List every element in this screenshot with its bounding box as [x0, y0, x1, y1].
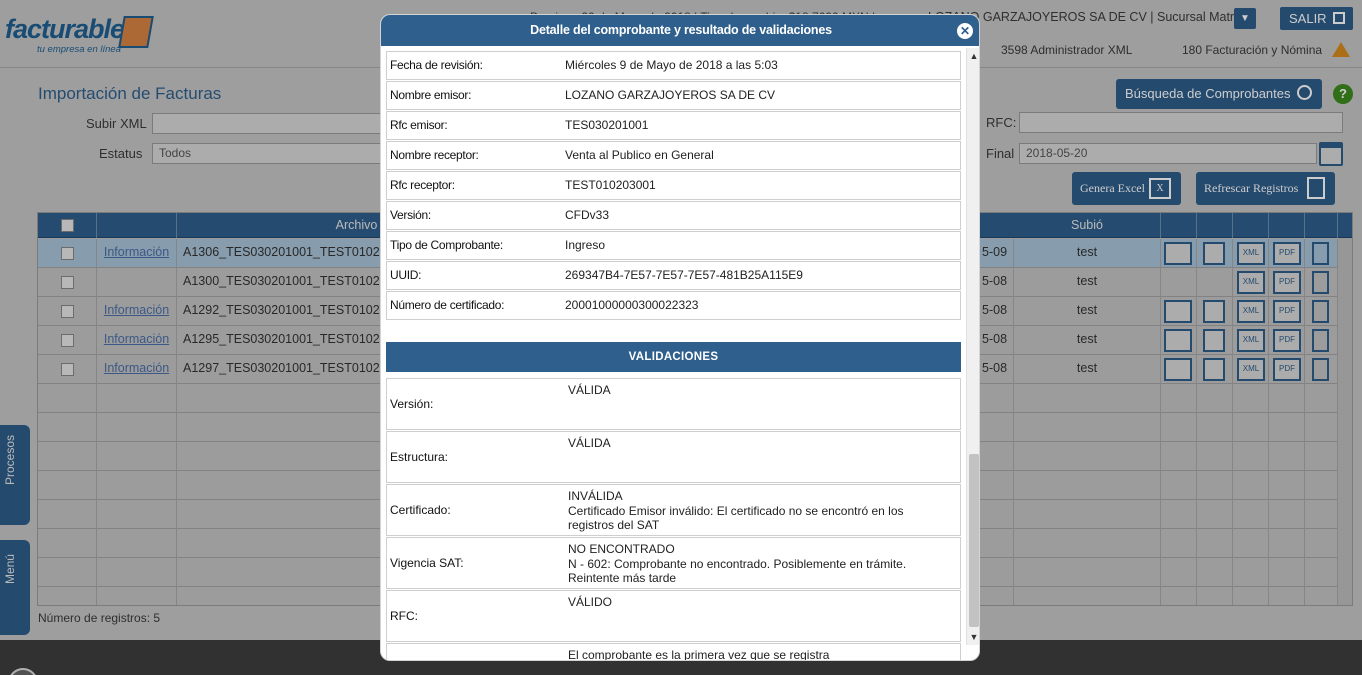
detail-row: UUID: 269347B4-7E57-7E57-7E57-481B25A115E… — [386, 261, 961, 290]
detail-modal: Detalle del comprobante y resultado de v… — [380, 14, 980, 661]
detail-label: Nombre emisor: — [390, 88, 472, 102]
detail-label: Versión: — [390, 208, 431, 222]
detail-value: 20001000000300022323 — [565, 298, 699, 312]
detail-value: TEST010203001 — [565, 178, 656, 192]
validation-label: Certificado: — [390, 503, 451, 517]
modal-body: Fecha de revisión: Miércoles 9 de Mayo de… — [386, 51, 961, 661]
detail-value: Ingreso — [565, 238, 606, 252]
detail-row: Nombre receptor: Venta al Publico en Gene… — [386, 141, 961, 170]
detail-row: Nombre emisor: LOZANO GARZAJOYEROS SA DE … — [386, 81, 961, 110]
validation-value: VÁLIDA — [568, 436, 611, 450]
validation-label: RFC: — [390, 609, 418, 623]
validation-row: Estructura: VÁLIDA — [386, 431, 961, 483]
scroll-up-icon[interactable]: ▲ — [967, 48, 979, 64]
validation-value: VÁLIDA — [568, 383, 611, 397]
detail-row: Tipo de Comprobante: Ingreso — [386, 231, 961, 260]
detail-row: Versión: CFDv33 — [386, 201, 961, 230]
detail-label: Rfc emisor: — [390, 118, 448, 132]
detail-label: Tipo de Comprobante: — [390, 238, 503, 252]
detail-label: UUID: — [390, 268, 422, 282]
detail-value: Venta al Publico en General — [565, 148, 714, 162]
detail-value: Miércoles 9 de Mayo de 2018 a las 5:03 — [565, 58, 778, 72]
detail-label: Número de certificado: — [390, 298, 505, 312]
detail-value: TES030201001 — [565, 118, 649, 132]
scroll-down-icon[interactable]: ▼ — [967, 629, 979, 645]
validation-value: INVÁLIDA Certificado Emisor inválido: El… — [568, 489, 904, 532]
detail-row: Rfc emisor: TES030201001 — [386, 111, 961, 140]
detail-row: Rfc receptor: TEST010203001 — [386, 171, 961, 200]
detail-row: Fecha de revisión: Miércoles 9 de Mayo de… — [386, 51, 961, 80]
detail-label: Rfc receptor: — [390, 178, 455, 192]
modal-title: Detalle del comprobante y resultado de v… — [530, 23, 832, 37]
detail-value: CFDv33 — [565, 208, 610, 222]
validation-label: Estructura: — [390, 450, 449, 464]
detail-value: LOZANO GARZAJOYEROS SA DE CV — [565, 88, 776, 102]
modal-header: Detalle del comprobante y resultado de v… — [381, 15, 979, 46]
validation-row: Vigencia SAT: NO ENCONTRADO N - 602: Comp… — [386, 537, 961, 589]
detail-value: 269347B4-7E57-7E57-7E57-481B25A115E9 — [565, 268, 803, 282]
detail-label: Nombre receptor: — [390, 148, 479, 162]
validations-header: VALIDACIONES — [386, 342, 961, 372]
modal-scrollbar[interactable]: ▲ ▼ — [966, 48, 979, 645]
validation-label: Vigencia SAT: — [390, 556, 464, 570]
validation-value: El comprobante es la primera vez que se … — [568, 648, 830, 661]
close-icon[interactable]: ✕ — [957, 23, 973, 39]
validation-row: El comprobante es la primera vez que se … — [386, 643, 961, 661]
validation-row: Certificado: INVÁLIDA Certificado Emisor … — [386, 484, 961, 536]
detail-row: Número de certificado: 200010000003000223… — [386, 291, 961, 320]
validation-value: NO ENCONTRADO N - 602: Comprobante no en… — [568, 542, 907, 585]
validation-row: RFC: VÁLIDO — [386, 590, 961, 642]
validation-row: Versión: VÁLIDA — [386, 378, 961, 430]
scroll-thumb[interactable] — [969, 454, 979, 627]
validation-value: VÁLIDO — [568, 595, 613, 609]
detail-label: Fecha de revisión: — [390, 58, 483, 72]
validation-label: Versión: — [390, 397, 434, 411]
